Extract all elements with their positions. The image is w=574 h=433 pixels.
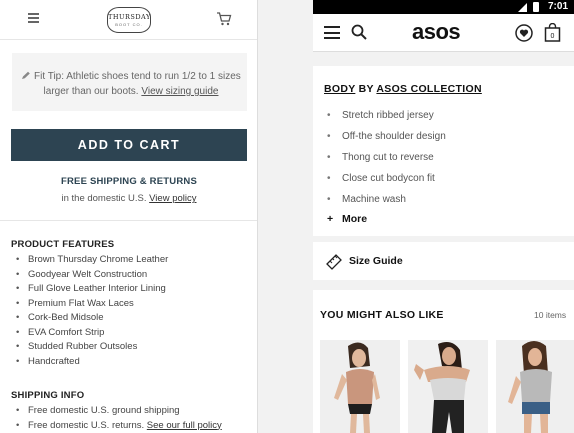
detail-item: Machine wash — [327, 192, 446, 213]
status-time: 7:01 — [547, 1, 568, 12]
by-word: BY — [358, 83, 374, 95]
left-header: THURSDAY BOOT CO. — [0, 0, 257, 40]
more-label: More — [342, 213, 368, 225]
feature-item: Goodyear Welt Construction — [16, 268, 168, 283]
search-icon[interactable] — [351, 24, 367, 40]
plus-icon: + — [327, 213, 334, 225]
shipping-info-item: Free domestic U.S. returns. See our full… — [16, 419, 222, 433]
logo-line2: BOOT CO. — [115, 22, 143, 27]
feature-item: Full Glove Leather Interior Lining — [16, 282, 168, 297]
size-guide-row[interactable]: Size Guide — [313, 242, 574, 280]
asos-logo[interactable]: asos — [412, 19, 461, 45]
menu-icon[interactable] — [28, 13, 39, 24]
product-features-title: PRODUCT FEATURES — [11, 239, 115, 250]
product-details-card: BODY BY ASOS COLLECTION Stretch ribbed j… — [313, 66, 574, 236]
shipping-subtext: in the domestic U.S. View policy — [0, 193, 257, 204]
status-bar: 7:01 — [313, 0, 574, 14]
view-policy-link[interactable]: View policy — [149, 193, 196, 204]
feature-item: EVA Comfort Strip — [16, 326, 168, 341]
more-button[interactable]: + More — [327, 213, 367, 225]
size-guide-label: Size Guide — [349, 255, 403, 267]
product-brand-line: BODY BY ASOS COLLECTION — [324, 83, 482, 95]
items-count: 10 items — [534, 310, 567, 320]
divider — [0, 220, 257, 221]
menu-icon[interactable] — [324, 26, 340, 39]
model-image — [320, 340, 400, 433]
product-features-list: Brown Thursday Chrome Leather Goodyear W… — [16, 253, 168, 369]
recommendations-title: YOU MIGHT ALSO LIKE — [320, 309, 444, 321]
model-image — [408, 340, 488, 433]
product-thumbnail[interactable] — [408, 340, 488, 433]
signal-icon — [518, 3, 527, 12]
full-policy-link[interactable]: See our full policy — [147, 420, 222, 431]
logo-line1: THURSDAY — [108, 13, 151, 21]
asos-header: asos 0 — [313, 14, 574, 52]
shipping-info-list: Free domestic U.S. ground shipping Free … — [16, 404, 222, 433]
asos-product-panel: 7:01 asos 0 BODY BY ASOS COLLECTION Stre… — [313, 0, 574, 433]
details-list: Stretch ribbed jersey Off-the shoulder d… — [327, 108, 446, 213]
detail-item: Close cut bodycon fit — [327, 171, 446, 192]
detail-item: Stretch ribbed jersey — [327, 108, 446, 129]
feature-item: Handcrafted — [16, 355, 168, 370]
shipping-title: FREE SHIPPING & RETURNS — [60, 176, 198, 187]
detail-item: Thong cut to reverse — [327, 150, 446, 171]
thursday-product-panel: THURSDAY BOOT CO. Fit Tip: Athletic shoe… — [0, 0, 258, 433]
svg-text:0: 0 — [551, 33, 555, 40]
recommendations-section: YOU MIGHT ALSO LIKE 10 items — [313, 290, 574, 433]
ruler-icon — [326, 254, 342, 270]
sizing-guide-link[interactable]: View sizing guide — [141, 86, 218, 97]
product-thumbnail[interactable] — [496, 340, 574, 433]
feature-item: Cork-Bed Midsole — [16, 311, 168, 326]
model-image — [496, 340, 574, 433]
product-thumbnail[interactable] — [320, 340, 400, 433]
heart-icon[interactable] — [515, 24, 533, 42]
thursday-logo[interactable]: THURSDAY BOOT CO. — [107, 7, 151, 33]
cart-icon[interactable] — [216, 12, 232, 26]
shipping-returns-text: Free domestic U.S. returns. — [28, 419, 145, 431]
bag-icon[interactable]: 0 — [544, 23, 561, 42]
battery-icon — [533, 2, 539, 12]
brand-link[interactable]: ASOS COLLECTION — [376, 83, 481, 95]
feature-item: Brown Thursday Chrome Leather — [16, 253, 168, 268]
fit-tip-box: Fit Tip: Athletic shoes tend to run 1/2 … — [12, 53, 247, 111]
feature-item: Studded Rubber Outsoles — [16, 340, 168, 355]
pencil-icon — [22, 71, 31, 79]
detail-item: Off-the shoulder design — [327, 129, 446, 150]
shipping-text: in the domestic U.S. — [61, 193, 147, 204]
shipping-info-item: Free domestic U.S. ground shipping — [16, 404, 222, 419]
category-link[interactable]: BODY — [324, 83, 355, 95]
fit-tip: Fit Tip: Athletic shoes tend to run 1/2 … — [20, 69, 242, 99]
feature-item: Premium Flat Wax Laces — [16, 297, 168, 312]
shipping-info-title: SHIPPING INFO — [11, 390, 85, 401]
add-to-cart-button[interactable]: ADD TO CART — [11, 129, 247, 161]
